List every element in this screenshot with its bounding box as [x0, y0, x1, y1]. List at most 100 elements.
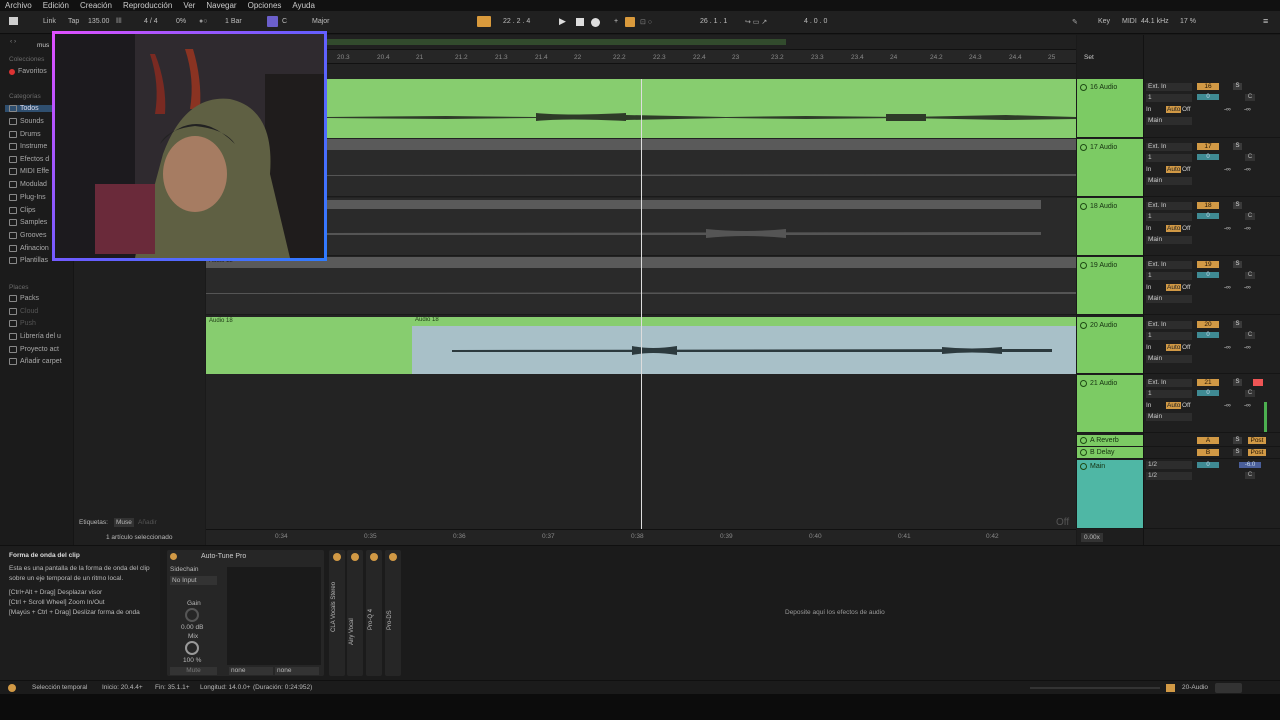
- send-b-value[interactable]: -∞: [1244, 344, 1251, 351]
- monitor-off[interactable]: Off: [1182, 225, 1191, 232]
- category-midi-effects[interactable]: MIDI Effe: [9, 168, 49, 175]
- volume-field[interactable]: 0: [1197, 213, 1219, 219]
- main-input-2[interactable]: 1/2: [1146, 472, 1192, 480]
- category-instruments[interactable]: Instrume: [9, 143, 47, 150]
- input-type-select[interactable]: Ext. In: [1146, 202, 1192, 210]
- monitor-off[interactable]: Off: [1182, 166, 1191, 173]
- main-volume[interactable]: 0: [1197, 462, 1219, 468]
- pan-center[interactable]: C: [1245, 213, 1255, 220]
- set-button[interactable]: Set: [1084, 54, 1094, 61]
- play-button[interactable]: ▶: [559, 16, 566, 27]
- fold-icon[interactable]: [1080, 322, 1087, 329]
- return-letter-button[interactable]: A: [1197, 437, 1219, 444]
- fold-icon[interactable]: [1080, 437, 1087, 444]
- send-b-value[interactable]: -∞: [1244, 284, 1251, 291]
- draw-mode-icon[interactable]: ✎: [1072, 18, 1078, 26]
- place-add-folder[interactable]: Añadir carpet: [9, 358, 62, 365]
- track-number-button[interactable]: 19: [1197, 261, 1219, 268]
- category-sounds[interactable]: Sounds: [9, 118, 44, 125]
- place-cloud[interactable]: Cloud: [9, 308, 38, 315]
- monitor-in[interactable]: In: [1146, 106, 1151, 113]
- groove-amount-field[interactable]: 0%: [176, 18, 186, 25]
- loop-length-field[interactable]: 4 . 0 . 0: [804, 18, 827, 25]
- solo-button[interactable]: S: [1233, 379, 1242, 386]
- link-button[interactable]: Link: [43, 18, 56, 25]
- fold-icon[interactable]: [1080, 262, 1087, 269]
- send-b-value[interactable]: -∞: [1244, 106, 1251, 113]
- overview-scroll[interactable]: [1030, 687, 1160, 689]
- post-button[interactable]: Post: [1248, 449, 1266, 456]
- track-header-17[interactable]: 17 Audio: [1077, 139, 1143, 197]
- send-a-value[interactable]: -∞: [1224, 344, 1231, 351]
- post-button[interactable]: Post: [1248, 437, 1266, 444]
- track-number-button[interactable]: 16: [1197, 83, 1219, 90]
- monitor-in[interactable]: In: [1146, 166, 1151, 173]
- volume-field[interactable]: 0: [1197, 94, 1219, 100]
- collection-favoritos[interactable]: Favoritos: [9, 68, 47, 75]
- solo-button[interactable]: S: [1233, 261, 1242, 268]
- pan-center[interactable]: C: [1245, 332, 1255, 339]
- monitor-auto[interactable]: Auto: [1166, 284, 1182, 291]
- drop-zone-text[interactable]: Deposite aquí los efectos de audio: [785, 609, 885, 616]
- monitor-in[interactable]: In: [1146, 284, 1151, 291]
- scale-name-field[interactable]: Major: [312, 18, 330, 25]
- main-header[interactable]: Main: [1077, 460, 1143, 529]
- send-a-value[interactable]: -∞: [1224, 284, 1231, 291]
- device-on-icon[interactable]: [351, 553, 359, 561]
- sidechain-tap-select[interactable]: none: [275, 667, 319, 675]
- return-header-a[interactable]: A Reverb: [1077, 435, 1143, 447]
- scale-mode-button[interactable]: [267, 16, 278, 27]
- monitor-auto[interactable]: Auto: [1166, 344, 1182, 351]
- input-channel-select[interactable]: 1: [1146, 272, 1192, 280]
- volume-field[interactable]: 0: [1197, 332, 1219, 338]
- place-push[interactable]: Push: [9, 320, 36, 327]
- menu-ayuda[interactable]: Ayuda: [292, 1, 315, 10]
- send-b-value[interactable]: -∞: [1244, 402, 1251, 409]
- input-channel-select[interactable]: 1: [1146, 154, 1192, 162]
- volume-field[interactable]: 0: [1197, 272, 1219, 278]
- clip-audio18-a[interactable]: Audio 18: [206, 317, 412, 374]
- time-ruler[interactable]: 0:34 0:35 0:36 0:37 0:38 0:39 0:40 0:41 …: [206, 529, 1076, 543]
- volume-field[interactable]: 0: [1197, 390, 1219, 396]
- send-a-value[interactable]: -∞: [1224, 166, 1231, 173]
- input-type-select[interactable]: Ext. In: [1146, 379, 1192, 387]
- follow-button[interactable]: [477, 16, 491, 27]
- category-grooves[interactable]: Grooves: [9, 232, 46, 239]
- solo-button[interactable]: S: [1233, 83, 1242, 90]
- tag-chip[interactable]: Muse: [114, 518, 134, 527]
- input-channel-select[interactable]: 1: [1146, 332, 1192, 340]
- output-select[interactable]: Main: [1146, 177, 1192, 185]
- plugin-strip-proq4[interactable]: Pro-Q 4: [366, 550, 382, 676]
- track-header-20[interactable]: 20 Audio: [1077, 317, 1143, 374]
- pan-center[interactable]: C: [1245, 472, 1255, 479]
- input-channel-select[interactable]: 1: [1146, 94, 1192, 102]
- send-a-value[interactable]: -∞: [1224, 106, 1231, 113]
- send-a-value[interactable]: -∞: [1224, 225, 1231, 232]
- beat-ruler[interactable]: 20.3 20.4 21 21.2 21.3 21.4 22 22.2 22.3…: [206, 50, 1076, 64]
- sidechain-source-select[interactable]: none: [229, 667, 273, 675]
- solo-button[interactable]: S: [1233, 202, 1242, 209]
- menu-navegar[interactable]: Navegar: [206, 1, 236, 10]
- category-tunings[interactable]: Afinacion: [9, 245, 49, 252]
- stop-button[interactable]: [576, 18, 584, 26]
- fold-icon[interactable]: [1080, 463, 1087, 470]
- monitor-in[interactable]: In: [1146, 402, 1151, 409]
- solo-button[interactable]: S: [1233, 437, 1242, 444]
- monitor-off[interactable]: Off: [1182, 106, 1191, 113]
- send-b-value[interactable]: -∞: [1244, 166, 1251, 173]
- input-type-select[interactable]: Ext. In: [1146, 261, 1192, 269]
- arrangement-position-field[interactable]: 22 . 2 . 4: [503, 18, 530, 25]
- output-select[interactable]: Main: [1146, 413, 1192, 421]
- track-number-button[interactable]: 18: [1197, 202, 1219, 209]
- monitor-auto[interactable]: Auto: [1166, 402, 1182, 409]
- record-quantize-icon[interactable]: ●○: [199, 18, 207, 25]
- pan-center[interactable]: C: [1245, 154, 1255, 161]
- sidechain-input-select[interactable]: No Input: [170, 576, 217, 585]
- arrangement-overview[interactable]: [206, 35, 1076, 50]
- category-samples[interactable]: Samples: [9, 219, 47, 226]
- fold-icon[interactable]: [1080, 84, 1087, 91]
- tempo-field[interactable]: 135.00: [88, 18, 109, 25]
- plugin-strip-prods[interactable]: Pro-DS: [385, 550, 401, 676]
- solo-button[interactable]: S: [1233, 143, 1242, 150]
- mix-knob[interactable]: [185, 641, 199, 655]
